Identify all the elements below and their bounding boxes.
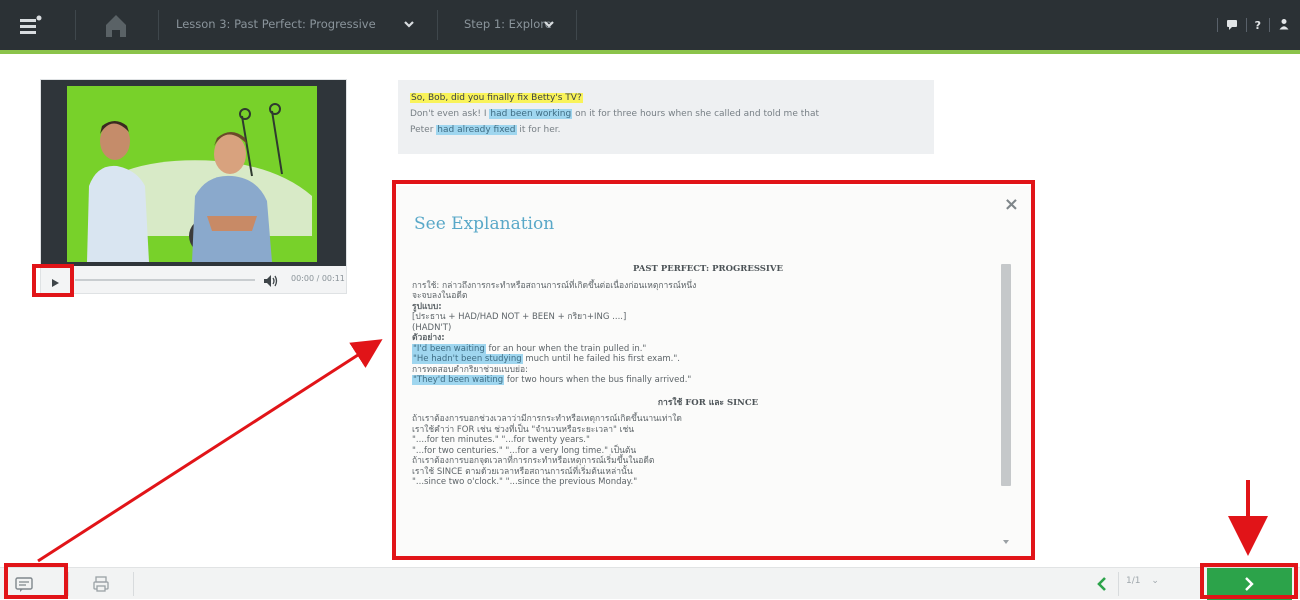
annotation-arrow-to-explanation: [37, 339, 383, 563]
annotation-arrows: [37, 339, 1268, 563]
